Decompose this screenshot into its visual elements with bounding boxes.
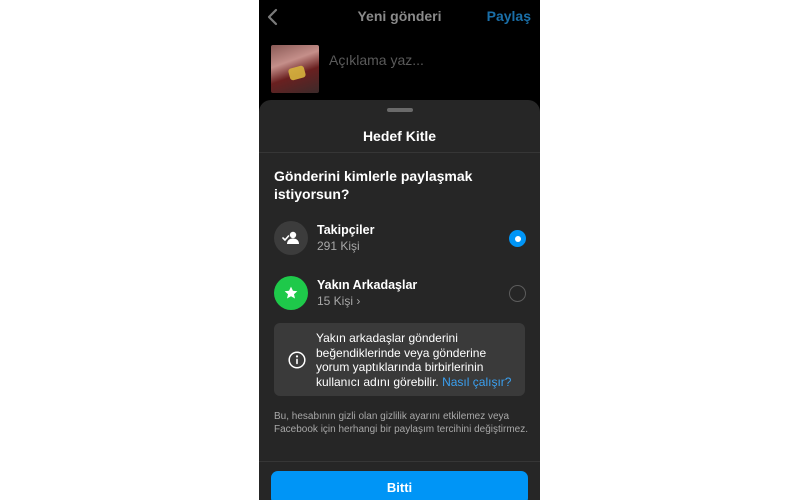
share-button[interactable]: Paylaş <box>487 8 531 24</box>
radio-unselected[interactable] <box>509 285 526 302</box>
how-it-works-link[interactable]: Nasıl çalışır? <box>442 375 511 389</box>
done-button[interactable]: Bitti <box>271 471 528 500</box>
star-icon <box>274 276 308 310</box>
info-text: Yakın arkadaşlar gönderini beğendiklerin… <box>316 331 521 389</box>
audience-question: Gönderini kimlerle paylaşmak istiyorsun? <box>274 168 473 202</box>
option-subtitle: 291 Kişi <box>317 239 360 253</box>
post-thumbnail <box>271 45 319 93</box>
privacy-footnote: Bu, hesabının gizli olan gizlilik ayarın… <box>274 411 529 435</box>
divider <box>259 461 540 462</box>
top-bar: Yeni gönderi Paylaş <box>259 0 540 34</box>
option-close-friends[interactable]: Yakın Arkadaşlar 15 Kişi › <box>274 276 526 312</box>
info-icon <box>288 351 306 369</box>
option-title: Yakın Arkadaşlar <box>317 278 418 292</box>
caption-input[interactable]: Açıklama yaz... <box>329 52 424 68</box>
sheet-title: Hedef Kitle <box>362 128 437 144</box>
phone-screen: Yeni gönderi Paylaş Açıklama yaz... Hede… <box>259 0 540 500</box>
divider <box>259 152 540 153</box>
option-followers[interactable]: Takipçiler 291 Kişi <box>274 221 526 257</box>
sheet-grabber[interactable] <box>387 108 413 112</box>
option-title: Takipçiler <box>317 223 375 237</box>
option-subtitle[interactable]: 15 Kişi › <box>317 294 360 308</box>
radio-selected[interactable] <box>509 230 526 247</box>
followers-icon <box>274 221 308 255</box>
audience-sheet: Hedef Kitle Gönderini kimlerle paylaşmak… <box>259 100 540 500</box>
info-box: Yakın arkadaşlar gönderini beğendiklerin… <box>274 323 525 396</box>
